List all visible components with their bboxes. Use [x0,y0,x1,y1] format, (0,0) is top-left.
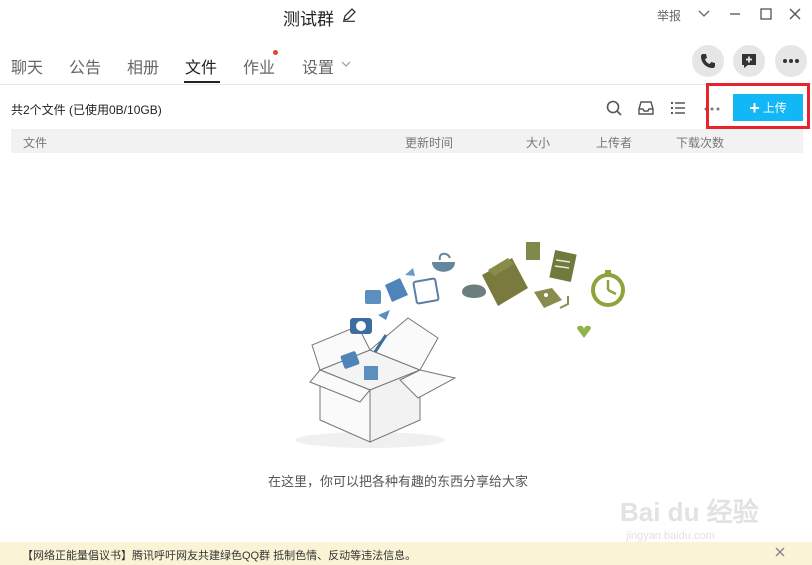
more-icon [783,59,799,63]
empty-box-illustration [295,242,625,448]
column-file[interactable]: 文件 [23,134,47,151]
add-chat-icon [742,54,756,68]
minimize-icon[interactable] [727,6,743,22]
add-message-button[interactable] [733,45,765,77]
tab-files[interactable]: 文件 [185,54,217,78]
tab-album[interactable]: 相册 [127,54,159,78]
tab-homework[interactable]: 作业 [243,54,275,78]
active-tab-indicator [184,81,220,83]
baidu-watermark: Bai du 经验 [620,497,759,527]
column-uploader[interactable]: 上传者 [596,134,632,151]
edit-icon[interactable] [342,8,356,22]
column-updated-time[interactable]: 更新时间 [405,134,453,151]
more-button[interactable] [775,45,807,77]
maximize-icon[interactable] [758,6,774,22]
tab-chat[interactable]: 聊天 [11,54,43,78]
new-badge [273,50,278,55]
close-icon[interactable] [787,6,803,22]
tab-settings[interactable]: 设置 [302,54,334,78]
column-download-count[interactable]: 下载次数 [676,134,724,151]
empty-state-message: 在这里，你可以把各种有趣的东西分享给大家 [268,474,529,489]
group-title: 测试群 [283,10,334,29]
chevron-down-icon[interactable] [696,6,712,22]
tab-announcement[interactable]: 公告 [69,54,101,78]
file-summary: 共2个文件 (已使用0B/10GB) [11,103,162,117]
list-view-icon[interactable] [669,99,687,117]
inbox-icon[interactable] [637,99,655,117]
notice-text[interactable]: 【网络正能量倡议书】腾讯呼吁网友共建绿色QQ群 抵制色情、反动等违法信息。 [22,547,416,563]
phone-button[interactable] [692,45,724,77]
phone-icon [701,54,715,68]
close-icon[interactable] [774,546,786,558]
column-size[interactable]: 大小 [526,134,550,151]
chevron-down-icon[interactable] [340,58,352,70]
search-icon[interactable] [605,99,623,117]
header-divider [0,84,812,85]
highlight-box [706,83,810,129]
baidu-watermark-url: jingyan.baidu.com [626,530,715,542]
report-link[interactable]: 举报 [657,7,681,24]
